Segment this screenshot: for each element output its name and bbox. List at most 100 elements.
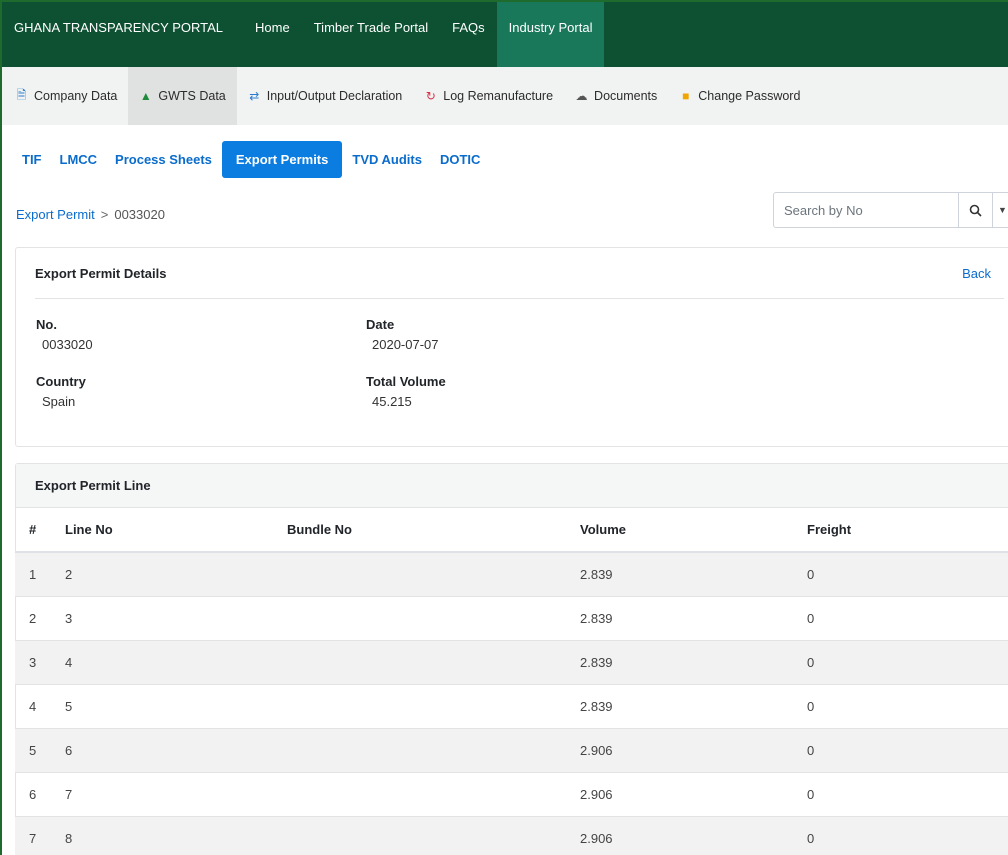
nav-industry-portal[interactable]: Industry Portal: [496, 2, 605, 67]
exchange-icon: ⇄: [249, 89, 260, 103]
subnav-log-remanufacture[interactable]: ↻ Log Remanufacture: [413, 67, 564, 125]
export-permit-line-table: # Line No Bundle No Volume Freight 1 2 2…: [15, 508, 1008, 855]
column-header-freight[interactable]: Freight: [807, 508, 1008, 553]
subnav-label: Documents: [594, 89, 658, 103]
subnav-gwts-data[interactable]: ▲ GWTS Data: [128, 67, 237, 125]
cell-freight: 0: [807, 684, 1008, 729]
cell-line-no: 4: [65, 640, 287, 685]
cell-volume: 2.839: [580, 640, 807, 685]
column-header-line-no[interactable]: Line No: [65, 508, 287, 553]
nav-timber-trade-portal[interactable]: Timber Trade Portal: [302, 2, 440, 67]
cell-volume: 2.906: [580, 728, 807, 773]
refresh-icon: ↻: [425, 89, 436, 103]
cell-bundle-no: [287, 684, 580, 729]
column-header-volume[interactable]: Volume: [580, 508, 807, 553]
caret-down-icon: ▼: [998, 205, 1007, 215]
cell-bundle-no: [287, 596, 580, 641]
top-navbar: GHANA TRANSPARENCY PORTAL Home Timber Tr…: [2, 2, 1008, 67]
cell-freight: 0: [807, 816, 1008, 855]
cell-index: 5: [15, 728, 65, 773]
back-link[interactable]: Back: [962, 266, 991, 281]
field-value: 2020-07-07: [372, 337, 439, 352]
field-value: 45.215: [372, 394, 412, 409]
table-row[interactable]: 7 8 2.906 0: [15, 816, 1008, 855]
cell-bundle-no: [287, 728, 580, 773]
breadcrumb-current: 0033020: [114, 207, 165, 222]
cell-bundle-no: [287, 640, 580, 685]
tab-tvd-audits[interactable]: TVD Audits: [344, 143, 430, 176]
cell-bundle-no: [287, 552, 580, 597]
cell-freight: 0: [807, 640, 1008, 685]
cell-bundle-no: [287, 816, 580, 855]
cell-bundle-no: [287, 772, 580, 817]
cell-volume: 2.839: [580, 552, 807, 597]
page-frame: GHANA TRANSPARENCY PORTAL Home Timber Tr…: [0, 0, 1008, 855]
cell-index: 4: [15, 684, 65, 729]
tab-lmcc[interactable]: LMCC: [52, 143, 106, 176]
table-row[interactable]: 3 4 2.839 0: [15, 640, 1008, 685]
tab-dotic[interactable]: DOTIC: [432, 143, 488, 176]
subnav-documents[interactable]: ☁ Documents: [564, 67, 668, 125]
breadcrumb-bar: Export Permit >0033020 ▼: [2, 179, 1008, 249]
nav-home[interactable]: Home: [243, 2, 302, 67]
tab-process-sheets[interactable]: Process Sheets: [107, 143, 220, 176]
subnav-label: GWTS Data: [158, 89, 226, 103]
export-permit-line-card: Export Permit Line # Line No Bundle No V…: [15, 463, 1008, 855]
breadcrumb-parent-link[interactable]: Export Permit: [16, 207, 95, 222]
field-country: Country Spain: [36, 374, 86, 409]
table-row[interactable]: 4 5 2.839 0: [15, 684, 1008, 729]
cell-index: 1: [15, 552, 65, 597]
cell-line-no: 6: [65, 728, 287, 773]
subnav-change-password[interactable]: ■ Change Password: [668, 67, 811, 125]
details-header: Export Permit Details Back: [35, 248, 1004, 299]
cell-freight: 0: [807, 728, 1008, 773]
table-row[interactable]: 2 3 2.839 0: [15, 596, 1008, 641]
tab-tif[interactable]: TIF: [14, 143, 50, 176]
field-value: Spain: [42, 394, 76, 409]
table-header-row: # Line No Bundle No Volume Freight: [15, 508, 1008, 553]
search-input[interactable]: [774, 193, 958, 227]
search-box: ▼: [773, 192, 1008, 228]
cell-freight: 0: [807, 772, 1008, 817]
cell-index: 6: [15, 772, 65, 817]
subnav-label: Input/Output Declaration: [266, 89, 403, 103]
field-label: Country: [36, 374, 86, 389]
cell-freight: 0: [807, 552, 1008, 597]
table-body: 1 2 2.839 0 2 3 2.839 0 3 4 2.839 0 4 5 …: [15, 552, 1008, 855]
lines-header: Export Permit Line: [16, 464, 1008, 508]
subnav-label: Change Password: [698, 89, 801, 103]
field-no: No. 0033020: [36, 317, 93, 352]
document-tabs: TIF LMCC Process Sheets Export Permits T…: [2, 125, 1008, 179]
subnav-company-data[interactable]: 🗎 Company Data: [4, 67, 128, 125]
cell-volume: 2.839: [580, 684, 807, 729]
cell-line-no: 5: [65, 684, 287, 729]
field-value: 0033020: [42, 337, 93, 352]
lock-icon: ■: [682, 89, 690, 103]
field-total-volume: Total Volume 45.215: [366, 374, 446, 409]
details-title: Export Permit Details: [35, 265, 167, 281]
nav-faqs[interactable]: FAQs: [440, 2, 497, 67]
cell-volume: 2.839: [580, 596, 807, 641]
table-row[interactable]: 5 6 2.906 0: [15, 728, 1008, 773]
document-icon: 🗎: [16, 87, 27, 102]
column-header-bundle-no[interactable]: Bundle No: [287, 508, 580, 553]
cell-line-no: 3: [65, 596, 287, 641]
subnav-label: Log Remanufacture: [443, 89, 554, 103]
cell-line-no: 8: [65, 816, 287, 855]
breadcrumb-separator: >: [100, 207, 109, 222]
search-button[interactable]: [958, 193, 992, 227]
tab-export-permits[interactable]: Export Permits: [221, 140, 343, 178]
subnav-input-output-declaration[interactable]: ⇄ Input/Output Declaration: [237, 67, 414, 125]
brand-link[interactable]: GHANA TRANSPARENCY PORTAL: [10, 2, 243, 67]
table-row[interactable]: 1 2 2.839 0: [15, 552, 1008, 597]
cloud-upload-icon: ☁: [575, 89, 588, 103]
breadcrumb: Export Permit >0033020: [16, 207, 165, 222]
column-header-index[interactable]: #: [15, 508, 65, 553]
tree-icon: ▲: [139, 89, 152, 103]
cell-index: 7: [15, 816, 65, 855]
export-permit-details-card: Export Permit Details Back No. 0033020 D…: [15, 247, 1008, 447]
table-row[interactable]: 6 7 2.906 0: [15, 772, 1008, 817]
search-options-dropdown[interactable]: ▼: [992, 193, 1008, 227]
sub-navbar: 🗎 Company Data ▲ GWTS Data ⇄ Input/Outpu…: [2, 67, 1008, 125]
cell-line-no: 2: [65, 552, 287, 597]
